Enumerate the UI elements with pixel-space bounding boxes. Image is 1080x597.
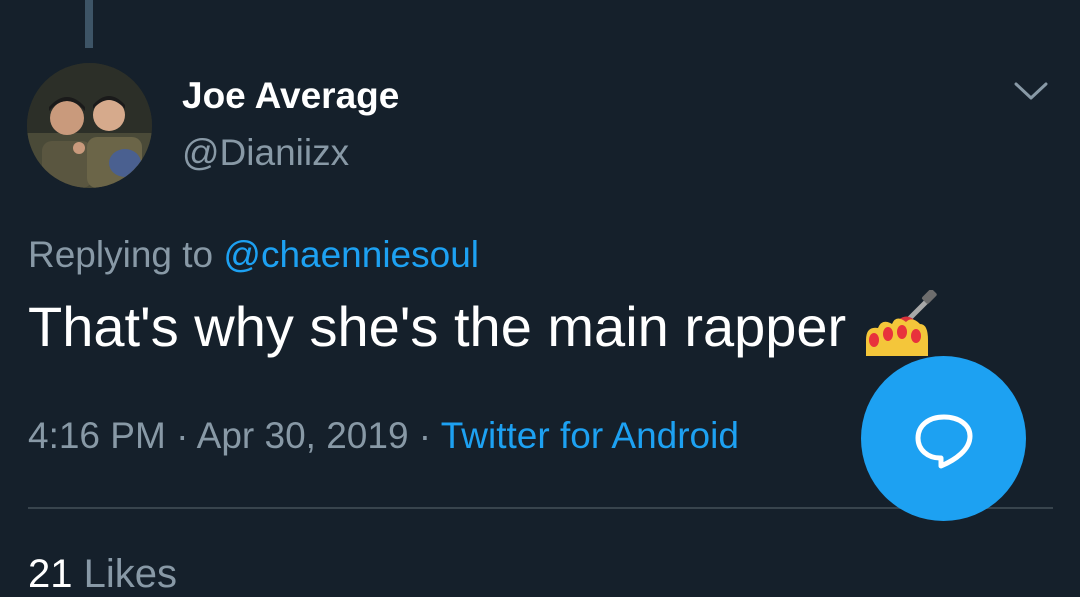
meta-separator: · — [165, 415, 197, 456]
avatar[interactable] — [27, 63, 152, 188]
tweet-meta: 4:16 PM · Apr 30, 2019 · Twitter for And… — [28, 415, 739, 457]
author-handle[interactable]: @Dianiizx — [182, 132, 349, 174]
meta-separator: · — [408, 415, 441, 456]
replying-to-label: Replying to — [28, 234, 224, 275]
likes-count: 21 — [28, 552, 73, 596]
thread-connector-line — [85, 0, 93, 48]
tweet-time: 4:16 PM — [28, 415, 166, 456]
author-display-name[interactable]: Joe Average — [182, 75, 399, 117]
likes-label: Likes — [83, 552, 178, 596]
tweet-body: That's why she's the main rapper — [28, 294, 847, 358]
reply-mention-link[interactable]: @chaenniesoul — [223, 234, 479, 275]
likes-count-row[interactable]: 21 Likes — [28, 552, 177, 597]
tweet-text: That's why she's the main rapper — [28, 289, 940, 362]
tweet-date: Apr 30, 2019 — [196, 415, 409, 456]
reply-bubble-icon — [915, 414, 972, 468]
chevron-down-icon[interactable] — [1012, 78, 1050, 104]
tweet-source-link[interactable]: Twitter for Android — [441, 415, 739, 456]
replying-to-line: Replying to @chaenniesoul — [28, 234, 479, 276]
nail-polish-emoji-icon — [860, 289, 940, 362]
reply-fab-button[interactable] — [861, 356, 1026, 521]
